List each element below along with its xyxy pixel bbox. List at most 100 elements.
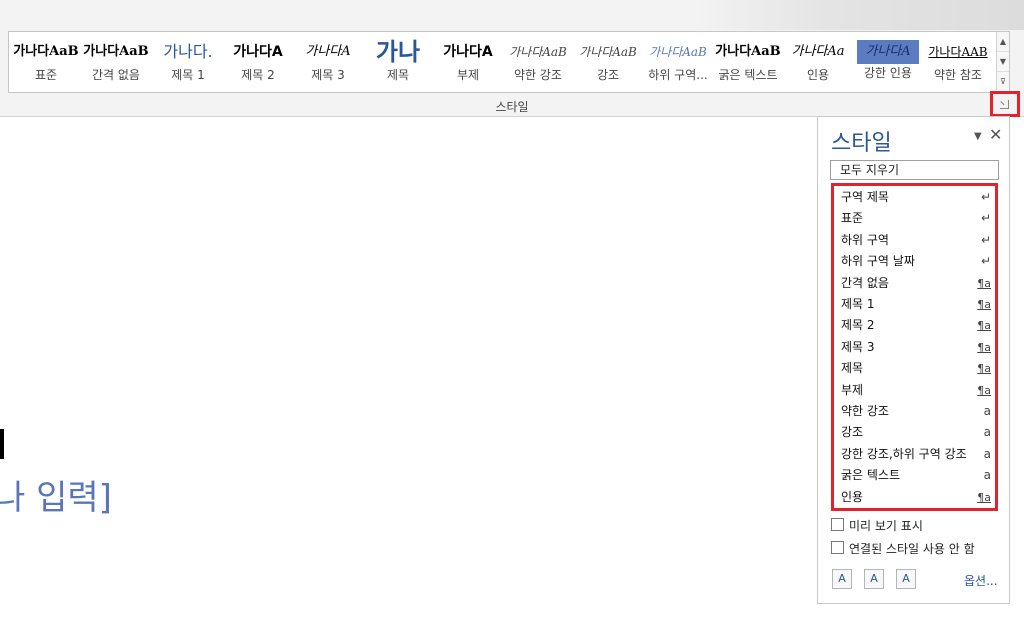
gallery-style-1[interactable]: 가나다AaB 간격 없음 xyxy=(81,34,151,90)
disable-linked-checkbox-box[interactable] xyxy=(831,541,844,554)
styles-group-label: 스타일 xyxy=(495,100,529,114)
style-list-item[interactable]: 하위 구역 날짜 ↵ xyxy=(841,251,991,272)
style-list-item[interactable]: 제목 ¶a xyxy=(841,358,991,379)
style-list-item-label: 표준 xyxy=(841,211,864,226)
gallery-more-icon[interactable]: ⊽ xyxy=(997,71,1009,91)
style-list-item[interactable]: 간격 없음 ¶a xyxy=(841,273,991,294)
gallery-scroll-down-icon[interactable]: ▼ xyxy=(997,51,1009,71)
new-style-button[interactable]: A xyxy=(832,569,852,589)
gallery-style-4[interactable]: 가나다A 제목 3 xyxy=(293,34,363,90)
style-list-item[interactable]: 굵은 텍스트 a xyxy=(841,465,991,486)
gallery-style-name: 제목 1 xyxy=(171,68,205,82)
styles-pane-title: 스타일 xyxy=(831,131,892,156)
ribbon: 가나다AaB 표준 가나다AaB 간격 없음 가나다. 제목 1 가나다A 제목 2 가나다A 제… xyxy=(0,0,1024,117)
document-placeholder-text[interactable]: 나 입력] xyxy=(0,470,112,519)
styles-gallery-items: 가나다AaB 표준 가나다AaB 간격 없음 가나다. 제목 1 가나다A 제목 2 가나다A 제… xyxy=(9,32,997,90)
character-style-icon: a xyxy=(983,446,991,461)
pane-menu-chevron-down-icon[interactable]: ▼ xyxy=(974,131,982,142)
style-list-item[interactable]: 표준 ↵ xyxy=(841,208,991,229)
pane-close-icon[interactable]: ✕ xyxy=(989,125,1002,144)
style-list-item[interactable]: 인용 ¶a xyxy=(841,487,991,508)
gallery-style-10[interactable]: 가나다AaB 굵은 텍스트 xyxy=(713,34,783,90)
gallery-style-preview: 가나다. xyxy=(163,42,213,61)
style-list-item[interactable]: 구역 제목 ↵ xyxy=(841,187,991,208)
gallery-style-name: 강한 인용 xyxy=(864,66,912,80)
style-list-item-label: 제목 3 xyxy=(841,339,875,354)
linked-style-icon: ¶a xyxy=(977,383,991,397)
ribbon-background-art xyxy=(694,0,1024,30)
style-inspector-button[interactable]: A xyxy=(864,569,884,589)
manage-styles-button[interactable]: A xyxy=(896,569,916,589)
style-list-item[interactable]: 약한 강조 a xyxy=(841,401,991,422)
linked-style-icon: ¶a xyxy=(977,298,991,311)
gallery-style-preview: 가나다A xyxy=(233,44,283,60)
gallery-style-name: 인용 xyxy=(806,68,830,82)
gallery-scroll-up-icon[interactable]: ▲ xyxy=(997,32,1009,51)
style-list-item-label: 약한 강조 xyxy=(841,404,889,418)
linked-style-icon: ¶a xyxy=(977,362,991,376)
manage-styles-icon: A xyxy=(902,572,910,585)
paragraph-style-icon: ↵ xyxy=(980,232,991,247)
styles-gallery[interactable]: 가나다AaB 표준 가나다AaB 간격 없음 가나다. 제목 1 가나다A 제목 2 가나다A 제… xyxy=(8,31,1010,93)
gallery-style-preview: 가나다A xyxy=(305,44,351,59)
style-list-item-label: 제목 1 xyxy=(841,297,875,311)
gallery-style-3[interactable]: 가나다A 제목 2 xyxy=(223,34,293,90)
gallery-style-name: 강조 xyxy=(596,68,620,82)
style-list-item[interactable]: 부제 ¶a xyxy=(841,380,991,401)
gallery-style-13[interactable]: 가나다AAB 약한 참조 xyxy=(923,34,993,90)
style-list-item-label: 간격 없음 xyxy=(841,275,889,290)
dialog-launcher-icon xyxy=(1000,100,1009,109)
style-list-item[interactable]: 제목 2 ¶a xyxy=(841,315,991,336)
style-list-item[interactable]: 제목 1 ¶a xyxy=(841,294,991,315)
style-list-item[interactable]: 제목 3 ¶a xyxy=(841,337,991,358)
gallery-style-9[interactable]: 가나다AaB 하위 구역... xyxy=(643,34,713,90)
gallery-style-name: 제목 xyxy=(386,68,410,82)
show-preview-checkbox[interactable]: 미리 보기 표시 xyxy=(831,517,923,534)
style-list-item-label: 하위 구역 xyxy=(841,232,889,247)
style-list-item-label: 하위 구역 날짜 xyxy=(841,254,915,269)
style-inspector-icon: A xyxy=(870,572,878,585)
style-list-item[interactable]: 강한 강조,하위 구역 강조 a xyxy=(841,444,991,465)
gallery-style-name: 굵은 텍스트 xyxy=(718,68,778,82)
gallery-style-name: 하위 구역... xyxy=(648,68,708,82)
gallery-style-preview: 가나다AaB xyxy=(509,45,567,59)
gallery-style-preview: 가나다A xyxy=(857,40,919,64)
gallery-style-name: 약한 참조 xyxy=(934,68,982,82)
gallery-style-name: 제목 3 xyxy=(311,68,345,82)
gallery-style-0[interactable]: 가나다AaB 표준 xyxy=(11,34,81,90)
new-style-icon: A xyxy=(838,572,846,585)
gallery-style-preview: 가나다AaB xyxy=(715,44,781,59)
paragraph-style-icon: ↵ xyxy=(980,211,991,226)
style-list-item-label: 인용 xyxy=(841,489,864,504)
gallery-scroller[interactable]: ▲ ▼ ⊽ xyxy=(996,32,1009,90)
show-preview-checkbox-box[interactable] xyxy=(831,518,844,531)
paragraph-style-icon: ↵ xyxy=(980,190,991,204)
style-list-item-label: 굵은 텍스트 xyxy=(841,468,901,483)
gallery-style-preview: 가나다AaB xyxy=(13,44,79,59)
gallery-style-name: 약한 강조 xyxy=(514,68,562,82)
linked-style-icon: ¶a xyxy=(977,319,991,333)
disable-linked-styles-checkbox[interactable]: 연결된 스타일 사용 안 함 xyxy=(831,540,975,557)
styles-dialog-launcher-button[interactable] xyxy=(990,91,1020,117)
gallery-style-preview: 가나다AaB xyxy=(83,44,149,59)
linked-style-icon: ¶a xyxy=(977,490,991,504)
gallery-style-name: 부제 xyxy=(456,68,480,82)
gallery-style-preview: 가나다A xyxy=(443,44,493,60)
options-link[interactable]: 옵션... xyxy=(964,572,998,589)
gallery-style-12[interactable]: 가나다A 강한 인용 xyxy=(853,34,923,90)
gallery-style-preview: 가나다AAB xyxy=(928,45,988,59)
style-list: 구역 제목 ↵ 표준 ↵ 하위 구역 ↵ 하위 구역 날짜 ↵ 간격 없음 ¶a 제목 1 ¶a 제목 … xyxy=(831,183,998,511)
gallery-style-6[interactable]: 가나다A 부제 xyxy=(433,34,503,90)
gallery-style-name: 표준 xyxy=(34,68,58,82)
clear-all-style-item[interactable]: 모두 지우기 xyxy=(830,160,999,180)
gallery-style-5[interactable]: 가나 제목 xyxy=(363,34,433,90)
style-list-item-label: 제목 2 xyxy=(841,318,875,333)
gallery-style-7[interactable]: 가나다AaB 약한 강조 xyxy=(503,34,573,90)
style-list-item[interactable]: 강조 a xyxy=(841,422,991,443)
gallery-style-2[interactable]: 가나다. 제목 1 xyxy=(153,34,223,90)
style-list-item[interactable]: 하위 구역 ↵ xyxy=(841,230,991,251)
linked-style-icon: ¶a xyxy=(977,340,991,354)
gallery-style-8[interactable]: 가나다AaB 강조 xyxy=(573,34,643,90)
gallery-style-preview: 가나다AaB xyxy=(649,45,707,59)
gallery-style-11[interactable]: 가나다Aa 인용 xyxy=(783,34,853,90)
